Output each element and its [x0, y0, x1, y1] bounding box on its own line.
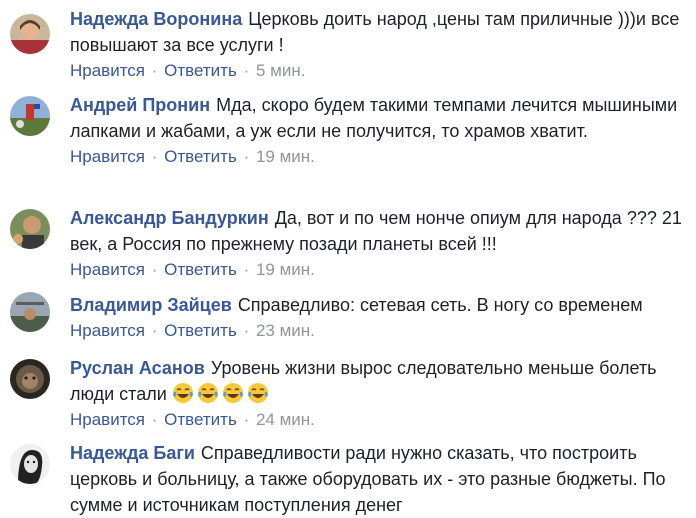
avatar[interactable] [10, 292, 50, 332]
avatar-image [10, 96, 50, 136]
comment-text-block: Руслан Асанов Уровень жизни вырос следова… [70, 355, 690, 407]
comment-time[interactable]: 24 мин. [256, 410, 315, 429]
like-link[interactable]: Нравится [70, 260, 145, 279]
separator: · [243, 410, 250, 429]
comment-time[interactable]: 19 мин. [256, 260, 315, 279]
avatar[interactable] [10, 96, 50, 136]
separator: · [243, 61, 250, 80]
comment-text-block: Надежда Баги Справедливости ради нужно ск… [70, 440, 690, 518]
reply-link[interactable]: Ответить [164, 321, 237, 340]
like-link[interactable]: Нравится [70, 61, 145, 80]
like-link[interactable]: Нравится [70, 410, 145, 429]
separator: · [151, 410, 158, 429]
comment-time[interactable]: 19 мин. [256, 147, 315, 166]
laughing-tears-icon [247, 383, 268, 403]
reply-link[interactable]: Ответить [164, 61, 237, 80]
avatar[interactable] [10, 444, 50, 484]
separator: · [243, 321, 250, 340]
avatar-image [10, 14, 50, 54]
avatar[interactable] [10, 359, 50, 399]
avatar-image [10, 444, 50, 484]
avatar[interactable] [10, 14, 50, 54]
comment-actions: Нравится · Ответить · 5 мин. [70, 60, 690, 82]
reply-link[interactable]: Ответить [164, 410, 237, 429]
comment-text-block: Владимир Зайцев Справедливо: сетевая сеть… [70, 292, 690, 318]
comment-author[interactable]: Андрей Пронин [70, 95, 210, 115]
comment-author[interactable]: Надежда Воронина [70, 9, 242, 29]
separator: · [243, 260, 250, 279]
comment-text: Справедливо: сетевая сеть. В ногу со вре… [237, 295, 643, 315]
comment-actions: Нравится · Ответить · 19 мин. [70, 146, 690, 168]
comment-list: Надежда Воронина Церковь доить народ ,цен… [0, 0, 696, 517]
comment-time[interactable]: 5 мин. [256, 61, 305, 80]
separator: · [151, 147, 158, 166]
like-link[interactable]: Нравится [70, 321, 145, 340]
avatar-image [10, 359, 50, 399]
avatar-image [10, 292, 50, 332]
laughing-tears-icon [222, 383, 243, 403]
emoji-group [172, 383, 272, 404]
comment-author[interactable]: Александр Бандуркин [70, 208, 269, 228]
comment-text-block: Надежда Воронина Церковь доить народ ,цен… [70, 6, 690, 58]
comment-actions: Нравится · Ответить · 23 мин. [70, 320, 690, 342]
comment-author[interactable]: Руслан Асанов [70, 358, 205, 378]
separator: · [151, 260, 158, 279]
comment-author[interactable]: Владимир Зайцев [70, 295, 232, 315]
laughing-tears-icon [197, 383, 218, 403]
separator: · [151, 321, 158, 340]
separator: · [243, 147, 250, 166]
avatar-image [10, 209, 50, 249]
comment-text-block: Александр Бандуркин Да, вот и по чем нонч… [70, 205, 690, 257]
comment-text-block: Андрей Пронин Мда, скоро будем такими тем… [70, 92, 690, 144]
comment-author[interactable]: Надежда Баги [70, 443, 195, 463]
like-link[interactable]: Нравится [70, 147, 145, 166]
reply-link[interactable]: Ответить [164, 147, 237, 166]
comment-actions: Нравится · Ответить · 24 мин. [70, 409, 690, 431]
separator: · [151, 61, 158, 80]
comment-actions: Нравится · Ответить · 19 мин. [70, 259, 690, 281]
comment-time[interactable]: 23 мин. [256, 321, 315, 340]
laughing-tears-icon [172, 383, 193, 403]
reply-link[interactable]: Ответить [164, 260, 237, 279]
avatar[interactable] [10, 209, 50, 249]
